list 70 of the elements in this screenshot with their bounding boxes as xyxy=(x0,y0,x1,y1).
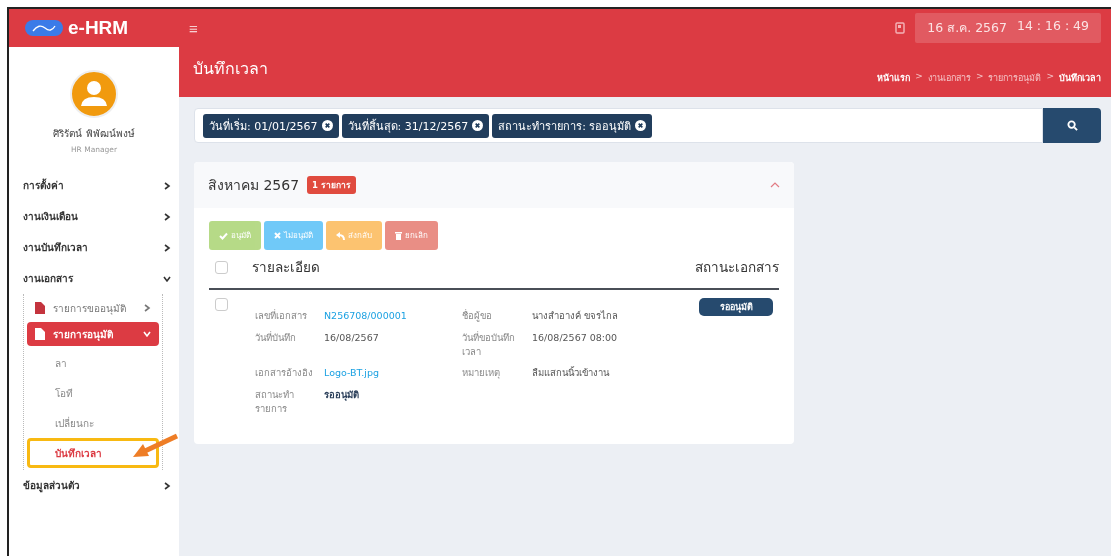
field-value: รออนุมัติ xyxy=(324,388,360,403)
chevron-icon xyxy=(163,481,171,490)
document-link[interactable]: Logo-BT.jpg xyxy=(324,366,462,381)
sidebar-item[interactable]: งานเงินเดือน xyxy=(23,201,171,232)
breadcrumb-link[interactable]: งานเอกสาร xyxy=(927,71,971,85)
remove-icon[interactable] xyxy=(321,120,333,131)
filter-field[interactable]: วันที่เริ่ม: 01/01/2567 วันที่สิ้นสุด: 31/12/2567 สถานะทำรายการ: รออนุมัติ xyxy=(194,108,1043,143)
breadcrumb-link[interactable]: บันทึกเวลา xyxy=(1059,71,1101,85)
breadcrumb-separator: > xyxy=(915,71,923,83)
document-icon xyxy=(895,22,906,34)
document-icon xyxy=(35,328,45,340)
avatar-icon xyxy=(70,70,118,118)
page-title: บันทึกเวลา xyxy=(193,57,268,80)
user-name: ศิริรัตน์ พิพัฒน์พงษ์ xyxy=(53,127,135,141)
remove-icon[interactable] xyxy=(472,120,484,131)
field-label: เอกสารอ้างอิง xyxy=(255,366,314,381)
field-value: 16/08/2567 08:00 xyxy=(532,330,619,345)
select-all-checkbox[interactable] xyxy=(215,260,228,274)
x-icon xyxy=(274,232,281,239)
filter-chip[interactable]: สถานะทำรายการ: รออนุมัติ xyxy=(492,113,653,138)
date-time: 16 ส.ค. 2567 14 : 16 : 49 xyxy=(915,13,1101,43)
sidebar-item[interactable]: ลา xyxy=(27,348,159,378)
chevron-icon xyxy=(143,304,151,312)
row-checkbox[interactable] xyxy=(215,298,228,311)
sidebar-item[interactable]: รายการอนุมัติ xyxy=(27,322,159,346)
breadcrumb-link[interactable]: หน้าแรก xyxy=(877,71,911,85)
chevron-icon xyxy=(163,181,171,190)
search-icon xyxy=(1066,120,1078,131)
document-link[interactable]: N256708/000001 xyxy=(324,309,462,323)
reply-icon xyxy=(336,231,345,240)
check-icon xyxy=(219,231,228,240)
sidebar-item[interactable]: รายการขออนุมัติ xyxy=(27,296,159,320)
field-label: หมายเหตุ xyxy=(462,366,501,381)
sidebar-item[interactable]: โอที xyxy=(27,378,159,408)
chevron-icon xyxy=(163,212,171,221)
app-title: e-HRM xyxy=(68,17,129,39)
remove-icon[interactable] xyxy=(635,120,647,131)
menu-button[interactable]: ≡ xyxy=(183,19,204,37)
breadcrumb-separator: > xyxy=(1046,71,1054,83)
sidebar-item[interactable]: บันทึกเวลา xyxy=(27,438,159,468)
trash-icon xyxy=(395,231,402,240)
search-button[interactable] xyxy=(1043,108,1101,143)
logo-icon xyxy=(25,20,63,36)
filter-chip[interactable]: วันที่เริ่ม: 01/01/2567 xyxy=(203,113,339,138)
field-label: เลขที่เอกสาร xyxy=(255,309,308,323)
status-badge: รออนุมัติ xyxy=(699,298,773,316)
sidebar-item[interactable]: งานบันทึกเวลา xyxy=(23,232,171,263)
chevron-icon xyxy=(163,274,171,283)
breadcrumb-link[interactable]: รายการอนุมัติ xyxy=(988,71,1042,85)
sidebar-item[interactable]: งานเอกสาร xyxy=(23,263,171,294)
field-label: วันที่บันทึก xyxy=(255,330,297,345)
field-value: ลืมแสกนนิ้วเข้างาน xyxy=(532,366,611,381)
field-label: วันที่ขอบันทึกเวลา xyxy=(462,330,516,359)
sidebar-item[interactable]: เปลี่ยนกะ xyxy=(27,408,159,438)
chevron-icon xyxy=(163,243,171,252)
column-header: สถานะเอกสาร xyxy=(695,258,779,277)
field-label: สถานะทำรายการ xyxy=(255,388,295,416)
document-icon xyxy=(35,302,45,314)
collapse-icon[interactable] xyxy=(770,182,780,188)
sidebar-item[interactable]: ข้อมูลส่วนตัว xyxy=(23,470,171,501)
sidebar-item[interactable]: การตั้งค่า xyxy=(23,170,171,201)
chevron-icon xyxy=(143,330,151,338)
group-title: สิงหาคม 2567 xyxy=(208,176,300,195)
count-badge: 1 รายการ xyxy=(307,176,356,194)
field-value: 16/08/2567 xyxy=(324,330,380,345)
column-header: รายละเอียด xyxy=(252,258,321,277)
filter-chip[interactable]: วันที่สิ้นสุด: 31/12/2567 xyxy=(341,113,490,138)
field-label: ชื่อผู้ขอ xyxy=(462,309,493,323)
breadcrumb-separator: > xyxy=(975,71,984,83)
field-value: นางสำอางค์ ขจรไกล xyxy=(532,309,620,323)
